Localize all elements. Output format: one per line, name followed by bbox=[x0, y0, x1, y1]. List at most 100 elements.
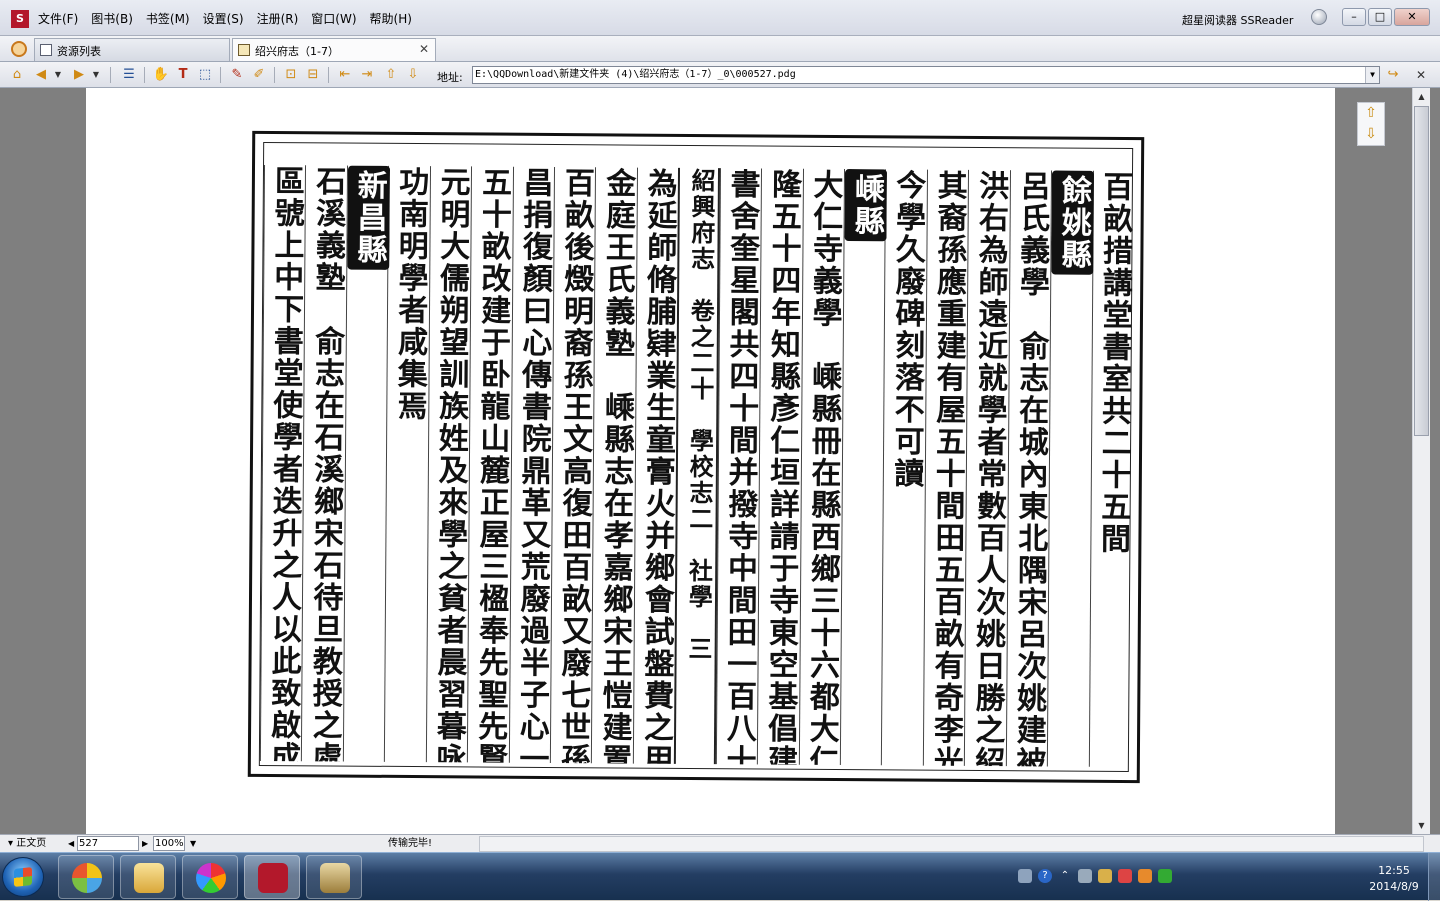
tab-label: 绍兴府志（1-7） bbox=[255, 45, 339, 58]
tray-app-icon[interactable] bbox=[1138, 869, 1152, 883]
minimize-button[interactable]: – bbox=[1342, 8, 1366, 26]
text-column: 隆五十四年知縣彥仁垣詳請于寺東空基倡建講堂 bbox=[756, 168, 803, 765]
column-text: 書舍奎星閣共四十間并撥寺中間田一百八十畝以 bbox=[720, 168, 760, 765]
skin-icon[interactable] bbox=[1311, 9, 1327, 25]
page-mode-select[interactable]: ▾ 正文页 bbox=[8, 836, 46, 852]
taskbar-app-1[interactable] bbox=[58, 855, 114, 899]
text-column: 餘姚縣 bbox=[1046, 170, 1095, 767]
tray-app-icon[interactable] bbox=[1158, 869, 1172, 883]
page-number-input[interactable]: 527 bbox=[77, 836, 139, 851]
text-column: 嵊縣 bbox=[839, 169, 888, 766]
network-icon[interactable] bbox=[1078, 869, 1092, 883]
page-frame: 百畝措講堂書室共二十五間 餘姚縣 呂氏義學 俞志在城內東北隅宋呂次姚建被致名儒 洪右為… bbox=[258, 141, 1134, 773]
county-heading: 餘姚縣 bbox=[1051, 170, 1095, 275]
back-icon[interactable]: ◀ bbox=[32, 66, 50, 84]
calligraphy-app-icon bbox=[320, 863, 350, 893]
fit-width-icon[interactable]: ⊡ bbox=[282, 66, 300, 84]
scroll-up-icon[interactable]: ▲ bbox=[1413, 88, 1430, 105]
show-desktop-button[interactable] bbox=[1428, 853, 1440, 901]
menu-bookmark[interactable]: 书签(M) bbox=[146, 12, 198, 26]
text-column: 今學久廢碑刻落不可讀 bbox=[881, 169, 927, 766]
text-select-icon[interactable]: T bbox=[174, 66, 192, 84]
text-column: 元明大儒朔望訓族姓及來學之貧者晨習暮咏朔望課 bbox=[425, 166, 472, 762]
toolbar-separator bbox=[220, 67, 221, 83]
taskbar-app-5[interactable] bbox=[306, 855, 362, 899]
text-column: 洪右為師遠近就學者常數百人次姚日勝之紹興中 bbox=[964, 169, 1010, 766]
address-input[interactable]: E:\QQDownload\新建文件夹 (4)\绍兴府志（1-7）_0\0005… bbox=[472, 66, 1380, 84]
page-down-icon[interactable]: ⇩ bbox=[404, 66, 422, 84]
column-text: 新昌縣 bbox=[344, 165, 390, 762]
column-text: 石溪義塾 俞志在石溪鄉宋石待旦教授之處中為三 bbox=[305, 165, 346, 762]
menu-bar: 文件(F) 图书(B) 书签(M) 设置(S) 注册(R) 窗口(W) 帮助(H… bbox=[38, 12, 425, 26]
column-text: 百畝措講堂書室共二十五間 bbox=[1094, 170, 1133, 556]
text-column: 新昌縣 bbox=[342, 165, 390, 762]
text-column: 書舍奎星閣共四十間并撥寺中間田一百八十畝以 bbox=[715, 168, 762, 765]
go-icon[interactable]: ↪ bbox=[1384, 66, 1402, 84]
prev-page-icon[interactable]: ⇧ bbox=[1358, 103, 1384, 124]
vertical-scrollbar[interactable]: ▲ ▼ bbox=[1412, 88, 1430, 834]
taskbar-explorer[interactable] bbox=[120, 855, 176, 899]
text-column: 功南明學者咸集焉 bbox=[384, 165, 430, 763]
system-clock[interactable]: 12:55 2014/8/9 bbox=[1366, 863, 1422, 895]
menu-file[interactable]: 文件(F) bbox=[38, 12, 86, 26]
address-dropdown-icon[interactable]: ▼ bbox=[1365, 67, 1379, 83]
column-text: 為延師脩脯肄業生童膏火并鄉會試盤費之用 bbox=[637, 167, 677, 764]
toolbar-separator bbox=[110, 67, 111, 83]
keyboard-icon[interactable] bbox=[1018, 869, 1032, 883]
annotate-icon[interactable]: ✎ bbox=[228, 66, 246, 84]
address-label: 地址: bbox=[437, 71, 463, 84]
status-text: 传输完毕! bbox=[388, 838, 433, 849]
tab-book[interactable]: 绍兴府志（1-7） ✕ bbox=[232, 38, 436, 61]
zoom-dropdown-icon[interactable]: ▼ bbox=[190, 836, 196, 852]
first-page-icon[interactable]: ⇤ bbox=[336, 66, 354, 84]
next-page-icon[interactable]: ⇩ bbox=[1358, 124, 1384, 145]
menu-book[interactable]: 图书(B) bbox=[91, 12, 141, 26]
horizontal-scrollbar[interactable] bbox=[479, 836, 1424, 852]
toolbar: ⌂ ◀ ▼ ▶ ▼ ☰ ✋ T ⬚ ✎ ✐ ⊡ ⊟ ⇤ ⇥ ⇧ ⇩ 地址: E:… bbox=[0, 62, 1440, 88]
page-nav-buttons: ⇧ ⇩ bbox=[1357, 102, 1385, 146]
region-select-icon[interactable]: ⬚ bbox=[196, 66, 214, 84]
column-text: 嵊縣 bbox=[841, 169, 888, 765]
forward-dropdown-icon[interactable]: ▼ bbox=[90, 66, 102, 84]
taskbar-ssreader[interactable] bbox=[244, 855, 300, 899]
page-up-icon[interactable]: ⇧ bbox=[382, 66, 400, 84]
text-column: 昌捐復顏曰心傳書院鼎革又荒廢過半子心一捐田 bbox=[508, 166, 555, 763]
last-page-icon[interactable]: ⇥ bbox=[358, 66, 376, 84]
home-icon[interactable]: ⌂ bbox=[8, 66, 26, 84]
menu-register[interactable]: 注册(R) bbox=[257, 12, 307, 26]
column-text: 隆五十四年知縣彥仁垣詳請于寺東空基倡建講堂 bbox=[761, 168, 802, 765]
contents-icon[interactable]: ☰ bbox=[120, 66, 138, 84]
menu-help[interactable]: 帮助(H) bbox=[370, 12, 420, 26]
help-icon[interactable]: ? bbox=[1038, 869, 1052, 883]
close-tab-icon[interactable]: ✕ bbox=[419, 42, 429, 56]
toolbar-separator bbox=[144, 67, 145, 83]
tab-resource-list[interactable]: 资源列表 bbox=[34, 38, 230, 61]
address-value: E:\QQDownload\新建文件夹 (4)\绍兴府志（1-7）_0\0005… bbox=[475, 69, 796, 80]
tray-app-icon[interactable] bbox=[1118, 869, 1132, 883]
close-button[interactable]: ✕ bbox=[1394, 8, 1430, 26]
scroll-thumb[interactable] bbox=[1414, 106, 1429, 436]
highlight-icon[interactable]: ✐ bbox=[250, 66, 268, 84]
menu-settings[interactable]: 设置(S) bbox=[203, 12, 252, 26]
system-tray: ? ⌃ bbox=[1018, 869, 1172, 883]
hand-tool-icon[interactable]: ✋ bbox=[152, 66, 170, 84]
scanned-book-page: 百畝措講堂書室共二十五間 餘姚縣 呂氏義學 俞志在城內東北隅宋呂次姚建被致名儒 洪右為… bbox=[247, 130, 1145, 784]
page-canvas[interactable]: 百畝措講堂書室共二十五間 餘姚縣 呂氏義學 俞志在城內東北隅宋呂次姚建被致名儒 洪右為… bbox=[86, 88, 1335, 834]
column-text: 昌捐復顏曰心傳書院鼎革又荒廢過半子心一捐田 bbox=[512, 166, 553, 763]
menu-window[interactable]: 窗口(W) bbox=[311, 12, 364, 26]
zoom-select[interactable]: 100% bbox=[153, 836, 185, 851]
history-icon[interactable] bbox=[11, 41, 27, 57]
maximize-button[interactable]: □ bbox=[1368, 8, 1392, 26]
volume-icon[interactable] bbox=[1098, 869, 1112, 883]
close-doc-icon[interactable]: ✕ bbox=[1412, 66, 1430, 84]
back-dropdown-icon[interactable]: ▼ bbox=[52, 66, 64, 84]
page-next-arrow-icon[interactable]: ▶ bbox=[142, 836, 148, 852]
page-prev-arrow-icon[interactable]: ◀ bbox=[68, 836, 74, 852]
fit-page-icon[interactable]: ⊟ bbox=[304, 66, 322, 84]
scroll-down-icon[interactable]: ▼ bbox=[1413, 817, 1430, 834]
forward-icon[interactable]: ▶ bbox=[70, 66, 88, 84]
taskbar-app-3[interactable] bbox=[182, 855, 238, 899]
start-button[interactable] bbox=[2, 857, 44, 897]
tray-expand-icon[interactable]: ⌃ bbox=[1058, 869, 1072, 883]
column-text: 其裔孫應重建有屋五十間田五百畝有奇李光有碑 bbox=[927, 169, 967, 766]
